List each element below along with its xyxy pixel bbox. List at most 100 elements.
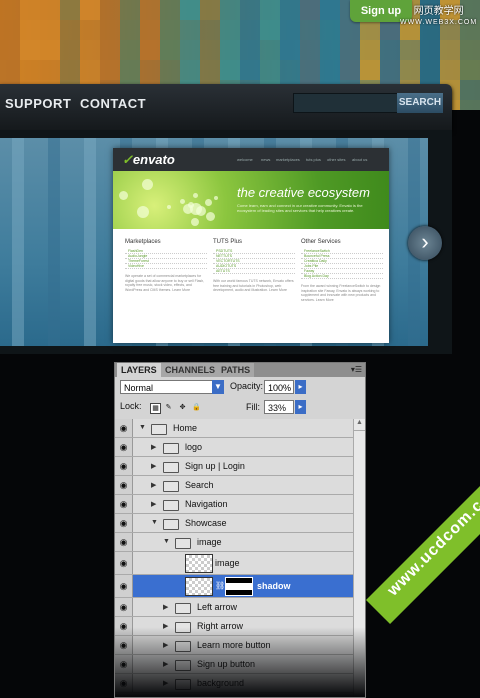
panel-menu-icon[interactable]: ▾☰ <box>351 365 362 374</box>
mosaic-tile <box>100 0 120 20</box>
layer-mask-thumbnail[interactable] <box>225 577 253 596</box>
fill-input[interactable]: 33% <box>264 400 294 414</box>
layer-row[interactable]: ◉ ▶ Sign up | Login <box>115 457 353 476</box>
showcase-image: ✓envato welcome news marketplaces tuts p… <box>113 148 389 343</box>
eye-icon[interactable]: ◉ <box>115 438 133 456</box>
showcase-pixel <box>408 270 420 282</box>
eye-icon[interactable]: ◉ <box>115 457 133 475</box>
tab-paths[interactable]: PATHS <box>217 363 255 377</box>
layer-row[interactable]: ◉ ▶ logo <box>115 438 353 457</box>
showcase-pixel <box>408 210 420 222</box>
showcase-pixel <box>84 282 96 294</box>
opacity-slider-icon[interactable]: ▸ <box>295 380 306 394</box>
preview-header: ✓envato welcome news marketplaces tuts p… <box>113 148 389 171</box>
lock-brush-icon[interactable]: ✎ <box>164 403 173 412</box>
eye-icon[interactable]: ◉ <box>115 419 133 437</box>
search-button[interactable]: SEARCH <box>397 93 443 113</box>
showcase-pixel <box>12 222 24 234</box>
preview-subtitle: Come learn, earn and connect in our crea… <box>237 203 363 213</box>
mosaic-tile <box>60 20 80 40</box>
blend-mode-select[interactable]: Normal ▼ <box>120 380 224 394</box>
tab-layers[interactable]: LAYERS <box>117 363 161 377</box>
preview-nav-link: about us <box>352 157 368 162</box>
layer-row[interactable]: ◉ ⛓ shadow <box>115 575 353 598</box>
layer-row[interactable]: ◉ ▶ Left arrow <box>115 598 353 617</box>
scroll-up-icon[interactable]: ▲ <box>354 419 365 431</box>
eye-icon[interactable]: ◉ <box>115 575 133 597</box>
panel-fade <box>115 627 365 697</box>
expand-down-icon[interactable]: ▼ <box>163 538 170 545</box>
layer-row[interactable]: ◉ ▼ image <box>115 533 353 552</box>
mosaic-tile <box>160 60 180 80</box>
bokeh-dot <box>137 206 149 218</box>
right-arrow-button[interactable]: › <box>408 226 442 260</box>
nav-item-contact[interactable]: CONTACT <box>80 96 146 111</box>
showcase-pixel <box>48 150 60 162</box>
showcase-pixel <box>12 318 24 330</box>
showcase-pixel <box>408 294 420 306</box>
eye-icon[interactable]: ◉ <box>115 552 133 574</box>
preview-column-heading: Marketplaces <box>125 239 161 245</box>
mosaic-tile <box>220 60 240 80</box>
link-icon[interactable]: ⛓ <box>215 581 225 590</box>
expand-down-icon[interactable]: ▼ <box>139 424 146 431</box>
showcase-pixel <box>12 246 24 258</box>
mosaic-tile <box>460 80 480 100</box>
layer-thumbnail <box>185 554 213 573</box>
preview-tagline: the creative ecosystem <box>237 185 370 200</box>
showcase-pixel <box>408 282 420 294</box>
lock-transparent-icon[interactable]: ▦ <box>150 403 161 414</box>
layer-name: logo <box>185 442 203 452</box>
showcase-pixel <box>48 330 60 342</box>
showcase-pixel <box>48 282 60 294</box>
expand-right-icon[interactable]: ▶ <box>163 603 168 611</box>
expand-right-icon[interactable]: ▶ <box>151 481 156 489</box>
eye-icon[interactable]: ◉ <box>115 514 133 532</box>
fill-slider-icon[interactable]: ▸ <box>295 400 306 414</box>
eye-icon[interactable]: ◉ <box>115 598 133 616</box>
folder-icon <box>163 462 179 473</box>
mosaic-tile <box>260 0 280 20</box>
chevron-down-icon[interactable]: ▼ <box>212 380 224 394</box>
expand-right-icon[interactable]: ▶ <box>151 500 156 508</box>
mosaic-tile <box>140 60 160 80</box>
lock-row: Lock: ▦ ✎ ✥ 🔒 Fill: 33% ▸ <box>120 400 360 414</box>
showcase-pixel <box>408 306 420 318</box>
preview-nav-link: other sites <box>327 157 346 162</box>
expand-down-icon[interactable]: ▼ <box>151 519 158 526</box>
showcase-pixel <box>12 186 24 198</box>
layer-row[interactable]: ◉ ▶ Search <box>115 476 353 495</box>
eye-icon[interactable]: ◉ <box>115 476 133 494</box>
bokeh-dot <box>205 199 212 206</box>
mosaic-tile <box>220 40 240 60</box>
layer-name: image <box>215 558 240 568</box>
mosaic-tile <box>100 60 120 80</box>
eye-icon[interactable]: ◉ <box>115 533 133 551</box>
folder-icon <box>163 519 179 530</box>
showcase-pixel <box>408 138 420 150</box>
layer-row[interactable]: ◉ ▼ Showcase <box>115 514 353 533</box>
nav-item-support[interactable]: SUPPORT <box>5 96 71 111</box>
layer-row[interactable]: ◉ ▼ Home <box>115 419 353 438</box>
search-input[interactable] <box>293 93 398 113</box>
tab-channels[interactable]: CHANNELS <box>161 363 220 377</box>
eye-icon[interactable]: ◉ <box>115 495 133 513</box>
expand-right-icon[interactable]: ▶ <box>151 443 156 451</box>
mosaic-tile <box>280 40 300 60</box>
preview-column-text: From the award winning FreelanceSwitch t… <box>301 284 381 302</box>
mosaic-tile <box>280 20 300 40</box>
expand-right-icon[interactable]: ▶ <box>151 462 156 470</box>
mosaic-tile <box>240 40 260 60</box>
lock-move-icon[interactable]: ✥ <box>178 403 187 412</box>
lock-all-icon[interactable]: 🔒 <box>192 403 201 412</box>
layer-row[interactable]: ◉ ▶ Navigation <box>115 495 353 514</box>
preview-column-text: With our world famous TUTS network, Enva… <box>213 279 294 292</box>
preview-column-other: Other Services FreelanceSwitch Bounceful P… <box>301 239 383 302</box>
mosaic-tile <box>280 0 300 20</box>
mosaic-tile <box>380 60 400 80</box>
opacity-input[interactable]: 100% <box>264 380 294 394</box>
mosaic-tile <box>80 20 100 40</box>
layer-row[interactable]: ◉ image <box>115 552 353 575</box>
showcase-pixel <box>84 162 96 174</box>
mosaic-tile <box>300 0 320 20</box>
